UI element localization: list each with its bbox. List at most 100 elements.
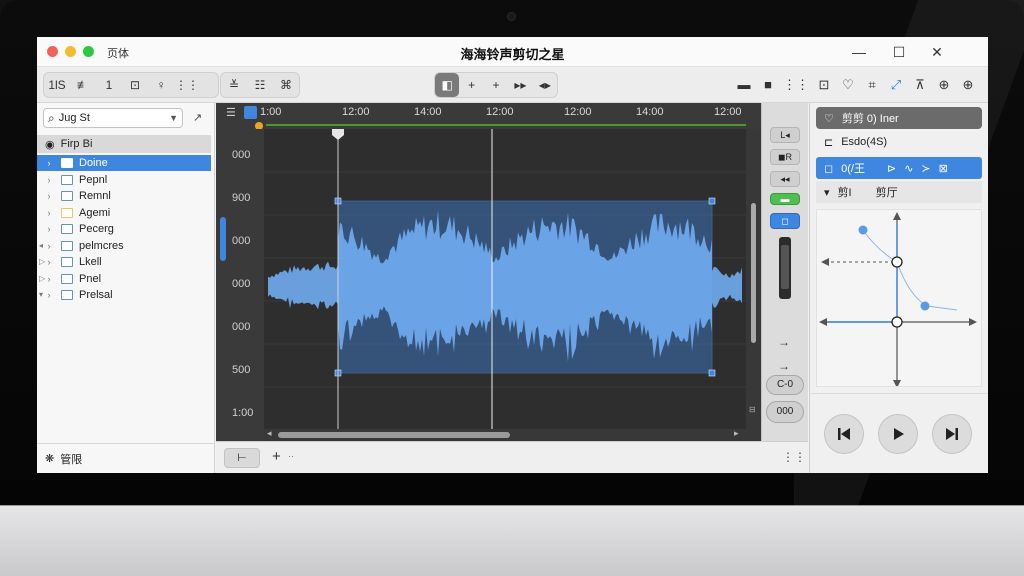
lines-icon[interactable]: ≢ xyxy=(70,73,96,97)
collapse-icon[interactable]: ↗ xyxy=(193,111,202,124)
marker-icon[interactable]: ♀ xyxy=(148,73,174,97)
hash-icon[interactable]: ⌗ xyxy=(863,77,881,93)
grid-icon[interactable]: ⋮⋮ xyxy=(174,73,200,97)
ruler-label: 12:00 xyxy=(714,106,742,118)
play-button[interactable] xyxy=(878,414,918,454)
expand-chevron-icon[interactable]: › xyxy=(37,175,61,185)
tree-item[interactable]: › Prelsal xyxy=(37,287,211,303)
previous-button[interactable] xyxy=(824,414,864,454)
minimize-button[interactable]: — xyxy=(849,42,869,62)
tree-item[interactable]: › Doine xyxy=(37,155,211,171)
panel-row-cut[interactable]: ▾ 剪I 剪厅 xyxy=(816,181,982,203)
left-channel-button[interactable]: L◂ xyxy=(770,127,800,143)
curve-control-point[interactable] xyxy=(920,301,930,311)
monitor-button[interactable]: ◻ xyxy=(770,213,800,229)
footer-more-icon[interactable]: ·· xyxy=(288,451,294,461)
route-icon[interactable]: → xyxy=(778,335,790,349)
scroll-end-icon[interactable]: ⊟ xyxy=(749,405,756,414)
more-icon[interactable]: ⋮⋮ xyxy=(783,77,809,93)
maximize-button[interactable]: ☐ xyxy=(889,42,909,62)
settings-icon[interactable]: ⊕ xyxy=(959,77,977,93)
sidebar-header[interactable]: ◉ Firp Bi xyxy=(37,135,211,153)
expand-chevron-icon[interactable]: › xyxy=(37,158,61,168)
tree-item[interactable]: › Pepnl xyxy=(37,172,211,188)
scroll-right-icon[interactable]: ▸ xyxy=(734,428,739,439)
panel-row-label: 0(/王 xyxy=(841,163,865,175)
search-input[interactable]: ⌕ Jug St ▼ xyxy=(43,108,183,128)
fade-icon[interactable]: ≻ xyxy=(921,162,930,175)
rewind-button[interactable]: ◂◂ xyxy=(770,171,800,187)
mixer-icon[interactable]: ⊡ xyxy=(122,73,148,97)
filter-icon[interactable]: ⊼ xyxy=(911,77,929,93)
tree-side-marker-icon[interactable]: ▷ xyxy=(39,274,45,283)
fade-curve-graph[interactable] xyxy=(816,209,982,387)
sidebar-footer[interactable]: ❋ 管限 xyxy=(37,443,215,473)
curve-anchor-point[interactable] xyxy=(891,316,903,328)
fade-curve xyxy=(862,229,958,311)
vertical-scroll-thumb[interactable] xyxy=(751,203,756,343)
selection-handle[interactable] xyxy=(708,369,716,377)
tree-item[interactable]: › pelmcres xyxy=(37,238,211,254)
fast-forward-icon[interactable]: ▸▸ xyxy=(508,73,532,97)
expand-chevron-icon[interactable]: › xyxy=(37,224,61,234)
scroll-left-icon[interactable]: ◂ xyxy=(267,428,272,439)
panel-row-selected[interactable]: ◻ 0(/王 ⊳ ∿ ≻ ⊠ xyxy=(816,157,982,179)
waveform-plot[interactable] xyxy=(264,129,746,429)
trim-icon[interactable]: ⊳ xyxy=(887,162,896,175)
curve-control-point[interactable] xyxy=(858,225,868,235)
list-icon[interactable]: ☷ xyxy=(247,73,273,97)
timeline-ruler[interactable]: ☰ 1:00 12:00 14:00 12:00 12:00 14:00 12:… xyxy=(216,103,761,130)
tree-item-label: Pnel xyxy=(79,272,102,285)
track-button[interactable]: 1 xyxy=(96,73,122,97)
record-icon[interactable]: ■ xyxy=(759,77,777,92)
tree-side-marker-icon[interactable]: ▾ xyxy=(39,290,43,299)
curve-anchor-point[interactable] xyxy=(891,256,903,268)
gain-knob[interactable]: 000 xyxy=(766,401,804,423)
panel-row-edit[interactable]: ⊏ Esdo(4S) xyxy=(816,131,982,153)
tree-item[interactable]: › Pnel xyxy=(37,271,211,287)
horizontal-scrollbar[interactable]: ◂ ▸ xyxy=(264,428,746,441)
playhead-marker-icon[interactable] xyxy=(332,129,344,140)
tree-side-marker-icon[interactable]: ▷ xyxy=(39,257,45,266)
curve-icon[interactable]: ∿ xyxy=(904,162,913,175)
close-button[interactable]: ✕ xyxy=(927,42,947,62)
right-channel-button[interactable]: ◼R xyxy=(770,149,800,165)
ruler-start-marker-icon[interactable] xyxy=(244,106,257,119)
add-icon[interactable]: + xyxy=(459,73,483,97)
align-icon[interactable]: ≚ xyxy=(221,73,247,97)
expand-chevron-icon[interactable]: › xyxy=(37,191,61,201)
fader-thumb[interactable] xyxy=(781,245,789,289)
scroll-thumb[interactable] xyxy=(220,217,226,261)
tree-item[interactable]: › Agemi xyxy=(37,205,211,221)
tree-item[interactable]: › Pecerg xyxy=(37,221,211,237)
target-icon[interactable]: ⊕ xyxy=(935,77,953,93)
ruler-menu-icon[interactable]: ☰ xyxy=(226,106,236,119)
horizontal-scroll-thumb[interactable] xyxy=(278,432,510,438)
tree-item[interactable]: › Remnl xyxy=(37,188,211,204)
tree-side-marker-icon[interactable]: ◂ xyxy=(39,241,43,250)
panel-layout-icon[interactable]: ⊡ xyxy=(815,77,833,93)
add-button[interactable]: + xyxy=(272,448,281,465)
pan-knob[interactable]: C-0 xyxy=(766,375,804,395)
route-icon[interactable]: → xyxy=(778,359,790,373)
crop-icon[interactable]: ⊠ xyxy=(939,162,948,175)
selection-handle[interactable] xyxy=(708,197,716,205)
chevron-down-icon[interactable]: ▼ xyxy=(169,113,178,123)
footer-grid-icon[interactable]: ⋮⋮ xyxy=(782,450,806,464)
panel-row-title[interactable]: ♡ 剪剪 0) Iner xyxy=(816,107,982,129)
next-button[interactable] xyxy=(932,414,972,454)
select-tool-icon[interactable]: ◧ xyxy=(435,73,460,97)
volume-fader[interactable] xyxy=(779,237,791,299)
trim-tool-button[interactable]: ⊢ xyxy=(224,448,260,468)
tree-item[interactable]: › Lkell xyxy=(37,254,211,270)
expand-chevron-icon[interactable]: › xyxy=(37,208,61,218)
vertical-scrollbar[interactable]: ⊟ xyxy=(746,129,761,441)
expand-icon[interactable]: ◂▸ xyxy=(533,73,557,97)
amp-label: 900 xyxy=(232,192,251,204)
bar-icon[interactable]: ▬ xyxy=(735,77,753,92)
view-button[interactable]: 1lS xyxy=(44,73,70,97)
resize-icon[interactable]: ⤢ xyxy=(887,77,905,93)
favorite-icon[interactable]: ♡ xyxy=(839,77,857,93)
add-track-icon[interactable]: + xyxy=(484,73,508,97)
command-icon[interactable]: ⌘ xyxy=(273,73,299,97)
